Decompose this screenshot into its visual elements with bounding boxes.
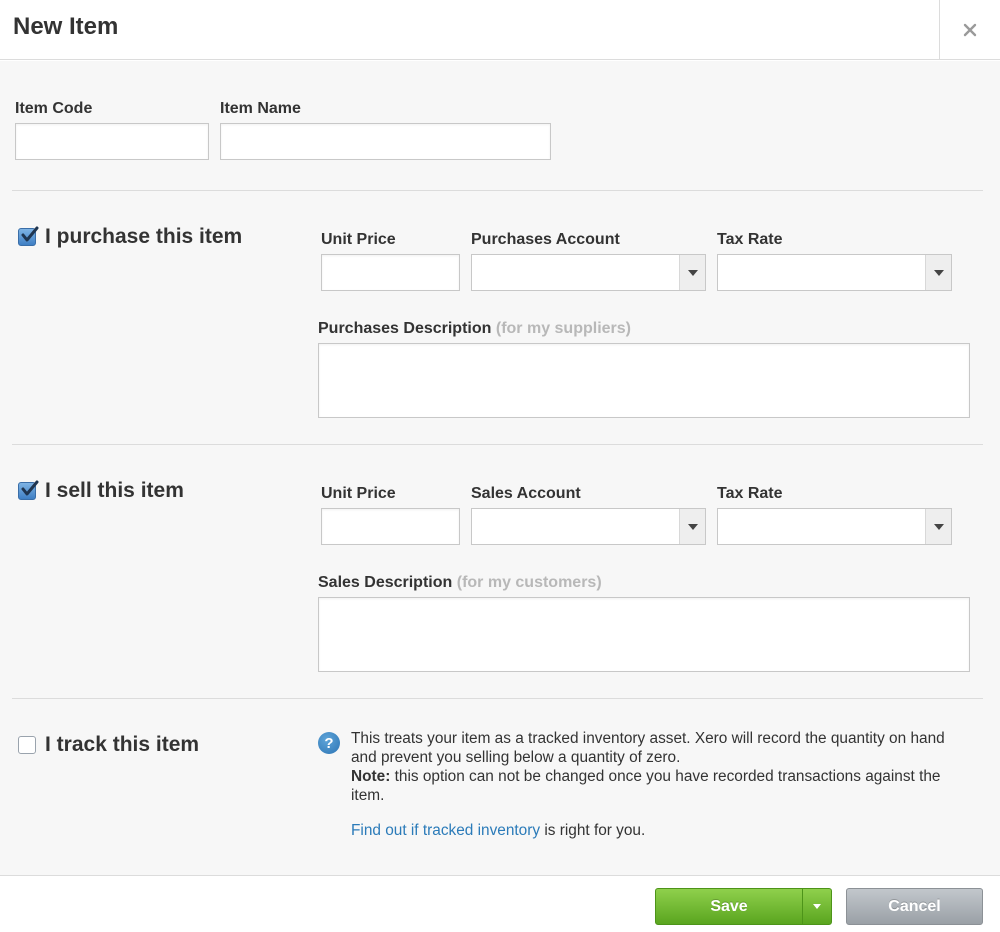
track-info-description: This treats your item as a tracked inven…: [351, 730, 945, 766]
purchase-tax-rate-label: Tax Rate: [717, 231, 783, 248]
purchases-description-label-text: Purchases Description: [318, 320, 492, 337]
caret-down-icon: [813, 904, 821, 909]
purchase-section-title: I purchase this item: [45, 225, 243, 248]
sales-description-textarea[interactable]: [318, 597, 970, 672]
sell-tax-rate-select[interactable]: [717, 508, 952, 545]
purchase-tax-rate-dropdown-button[interactable]: [925, 255, 951, 290]
sell-checkbox[interactable]: [18, 480, 39, 500]
track-note-label: Note:: [351, 768, 391, 785]
sell-tax-rate-dropdown-button[interactable]: [925, 509, 951, 544]
purchase-unit-price-label: Unit Price: [321, 231, 396, 248]
sales-description-label: Sales Description (for my customers): [318, 574, 602, 592]
purchases-description-textarea[interactable]: [318, 343, 970, 418]
track-section-title: I track this item: [45, 733, 200, 756]
dialog-footer: Save Cancel: [0, 875, 1000, 932]
divider: [12, 698, 983, 699]
save-button[interactable]: Save: [655, 888, 832, 925]
purchase-unit-price-input[interactable]: [321, 254, 460, 291]
purchases-account-label: Purchases Account: [471, 231, 620, 248]
divider: [12, 444, 983, 445]
track-checkbox[interactable]: [18, 736, 36, 754]
caret-down-icon: [933, 523, 944, 530]
caret-down-icon: [687, 269, 698, 276]
item-name-label: Item Name: [220, 100, 301, 117]
item-code-label: Item Code: [15, 100, 93, 117]
cancel-button[interactable]: Cancel: [846, 888, 983, 925]
close-button[interactable]: [939, 0, 1000, 60]
sales-account-dropdown-button[interactable]: [679, 509, 705, 544]
dialog-body: Item Code Item Name I purchase this item…: [0, 61, 1000, 875]
dialog-header: New Item: [0, 0, 1000, 60]
close-icon[interactable]: [963, 23, 977, 37]
save-button-label[interactable]: Save: [656, 889, 802, 924]
caret-down-icon: [933, 269, 944, 276]
sell-unit-price-input[interactable]: [321, 508, 460, 545]
item-code-input[interactable]: [15, 123, 209, 160]
purchase-checkbox[interactable]: [18, 226, 39, 246]
caret-down-icon: [687, 523, 698, 530]
save-options-dropdown-button[interactable]: [802, 889, 831, 924]
purchases-description-label: Purchases Description (for my suppliers): [318, 320, 631, 338]
track-link-line: Find out if tracked inventory is right f…: [351, 822, 645, 840]
track-link-suffix: is right for you.: [540, 822, 646, 839]
help-icon[interactable]: ?: [318, 732, 340, 754]
track-note-text: this option can not be changed once you …: [351, 768, 941, 804]
item-name-input[interactable]: [220, 123, 551, 160]
purchase-tax-rate-select[interactable]: [717, 254, 952, 291]
sell-section-title: I sell this item: [45, 479, 184, 502]
purchases-account-select[interactable]: [471, 254, 706, 291]
purchases-description-hint: (for my suppliers): [495, 320, 631, 337]
dialog-title: New Item: [13, 13, 119, 40]
sell-unit-price-label: Unit Price: [321, 485, 396, 502]
tracked-inventory-link[interactable]: Find out if tracked inventory: [351, 822, 540, 839]
purchases-account-dropdown-button[interactable]: [679, 255, 705, 290]
track-info-text: This treats your item as a tracked inven…: [351, 729, 961, 805]
checkmark-icon: [21, 480, 39, 496]
divider: [12, 190, 983, 191]
sales-account-select[interactable]: [471, 508, 706, 545]
sales-description-hint: (for my customers): [456, 574, 602, 591]
sales-account-label: Sales Account: [471, 485, 581, 502]
sell-tax-rate-label: Tax Rate: [717, 485, 783, 502]
sales-description-label-text: Sales Description: [318, 574, 453, 591]
checkmark-icon: [21, 226, 39, 242]
